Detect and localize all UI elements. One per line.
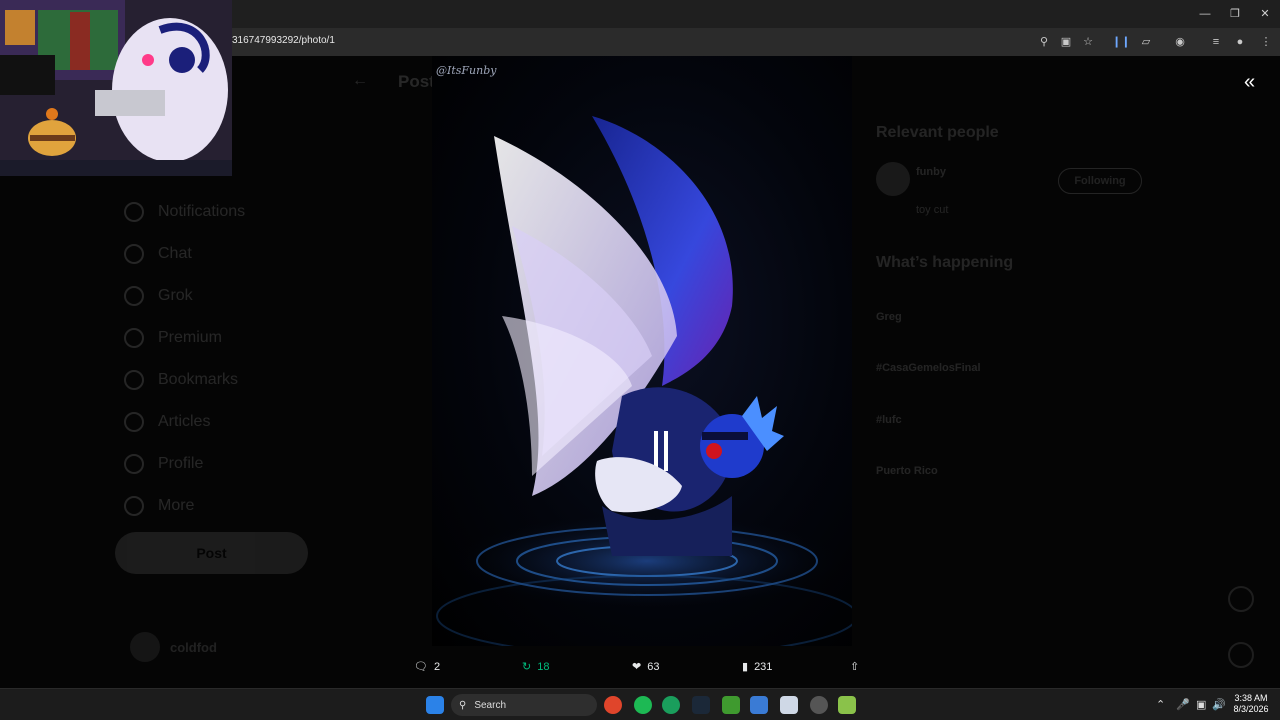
webcam-overlay (0, 0, 232, 176)
repost-button[interactable]: ↻ 18 (522, 660, 550, 674)
post-image[interactable]: @ItsFunby (432, 56, 852, 646)
trend-item[interactable]: #lufc (876, 414, 902, 426)
microphone-icon[interactable]: 🎤 (1176, 698, 1190, 711)
avatar (876, 162, 910, 196)
lens-icon[interactable]: ◉ (1172, 34, 1188, 50)
nav-chat[interactable]: Chat (124, 242, 192, 266)
steam-icon[interactable] (692, 696, 710, 714)
clock-time: 3:38 AM (1234, 693, 1268, 703)
xbox-icon[interactable] (662, 696, 680, 714)
profile-icon (124, 454, 144, 474)
nav-label: Profile (158, 455, 204, 472)
artwork-illustration (436, 116, 852, 646)
obs-icon[interactable] (810, 696, 828, 714)
grok-icon (124, 286, 144, 306)
page-title: Post (398, 72, 435, 91)
share-icon: ⇧ (850, 661, 860, 673)
search-icon: ⚲ (459, 699, 467, 711)
right-column: Relevant people funby toy cut Following … (862, 56, 1152, 688)
reply-icon: 🗨 (414, 661, 428, 673)
nav-label: Articles (158, 413, 211, 430)
install-icon[interactable]: ▣ (1058, 34, 1074, 50)
taskbar-search[interactable]: ⚲ Search (451, 694, 597, 716)
nav-profile[interactable]: Profile (124, 452, 203, 476)
profile-avatar-icon[interactable]: ● (1232, 34, 1248, 50)
minecraft-icon[interactable] (722, 696, 740, 714)
zoom-icon[interactable]: ⚲ (1036, 34, 1052, 50)
like-button[interactable]: ❤ 63 (632, 660, 660, 674)
nav-more[interactable]: More (124, 494, 194, 518)
extensions-icon[interactable]: ▱ (1138, 34, 1154, 50)
heart-icon: ❤ (632, 661, 642, 673)
volume-icon[interactable]: 🔊 (1212, 698, 1226, 711)
reading-list-icon[interactable]: ≡ (1208, 34, 1224, 50)
trend-item[interactable]: #CasaGemelosFinal (876, 362, 981, 374)
notepad-icon[interactable] (780, 696, 798, 714)
following-button[interactable]: Following (1058, 168, 1142, 194)
nav-label: Premium (158, 329, 223, 346)
views-count: 231 (754, 660, 773, 673)
menu-kebab-icon[interactable]: ⋮ (1258, 34, 1274, 50)
repost-icon: ↻ (522, 661, 532, 673)
grok-float-icon[interactable] (1228, 586, 1254, 612)
reply-button[interactable]: 🗨 2 (414, 660, 441, 674)
chrome-icon[interactable] (604, 696, 622, 714)
views-button[interactable]: ▮ 231 (742, 660, 773, 674)
relevant-people-heading: Relevant people (876, 124, 999, 141)
premium-icon (124, 328, 144, 348)
nav-label: More (158, 497, 195, 514)
close-icon[interactable]: ✕ (1256, 5, 1274, 23)
taskbar-clock[interactable]: 3:38 AM 8/3/2026 (1228, 693, 1274, 715)
post-actions-bar: 🗨 2 ↻ 18 ❤ 63 ▮ 231 ⇧ (0, 656, 1280, 682)
screen: — ❐ ✕ 316747993292/photo/1 ⚲ ▣ ☆ ❙❙ ▱ ◉ … (0, 0, 1280, 720)
chat-icon (124, 244, 144, 264)
search-placeholder: Search (474, 699, 507, 711)
nav-grok[interactable]: Grok (124, 284, 193, 308)
collapse-panel-icon[interactable]: « (1244, 72, 1266, 94)
bell-icon (124, 202, 144, 222)
account-name: coldfod (170, 639, 217, 655)
windows-taskbar: ⚲ Search ⌃ 🎤 ▣ 🔊 3:38 AM 8/3/2026 (0, 688, 1280, 720)
back-arrow-icon[interactable]: ← (352, 72, 368, 90)
clock-date: 8/3/2026 (1233, 704, 1269, 714)
person-name[interactable]: funby (916, 166, 946, 178)
tray-chevron-icon[interactable]: ⌃ (1156, 698, 1165, 711)
nav-label: Notifications (158, 203, 246, 220)
bookmark-icon (124, 370, 144, 390)
trend-item[interactable]: Greg (876, 311, 902, 323)
bookmark-star-icon[interactable]: ☆ (1080, 34, 1096, 50)
media-icon[interactable]: ❙❙ (1112, 34, 1130, 50)
nav-notifications[interactable]: Notifications (124, 200, 245, 224)
display-icon[interactable]: ▣ (1196, 698, 1206, 711)
like-count: 63 (647, 660, 660, 673)
address-bar-url[interactable]: 316747993292/photo/1 (232, 35, 335, 46)
articles-icon (124, 412, 144, 432)
trend-item[interactable]: Puerto Rico (876, 465, 938, 477)
minimize-icon[interactable]: — (1196, 5, 1214, 23)
image-watermark: @ItsFunby (436, 64, 497, 77)
nav-premium[interactable]: Premium (124, 326, 222, 350)
restore-icon[interactable]: ❐ (1226, 5, 1244, 23)
repost-count: 18 (537, 660, 550, 673)
post-button[interactable]: Post (115, 532, 308, 574)
start-icon[interactable] (426, 696, 444, 714)
share-button[interactable]: ⇧ (850, 660, 859, 673)
webcam-illustration (0, 0, 232, 176)
nav-label: Grok (158, 287, 193, 304)
app-icon[interactable] (838, 696, 856, 714)
photos-icon[interactable] (750, 696, 768, 714)
nav-label: Chat (158, 245, 192, 262)
nav-bookmarks[interactable]: Bookmarks (124, 368, 238, 392)
nav-articles[interactable]: Articles (124, 410, 210, 434)
spotify-icon[interactable] (634, 696, 652, 714)
whats-happening-heading: What’s happening (876, 254, 1014, 271)
reply-count: 2 (433, 660, 441, 673)
nav-label: Bookmarks (158, 371, 239, 388)
views-icon: ▮ (742, 661, 749, 673)
more-icon (124, 496, 144, 516)
person-bio: toy cut (916, 204, 949, 216)
